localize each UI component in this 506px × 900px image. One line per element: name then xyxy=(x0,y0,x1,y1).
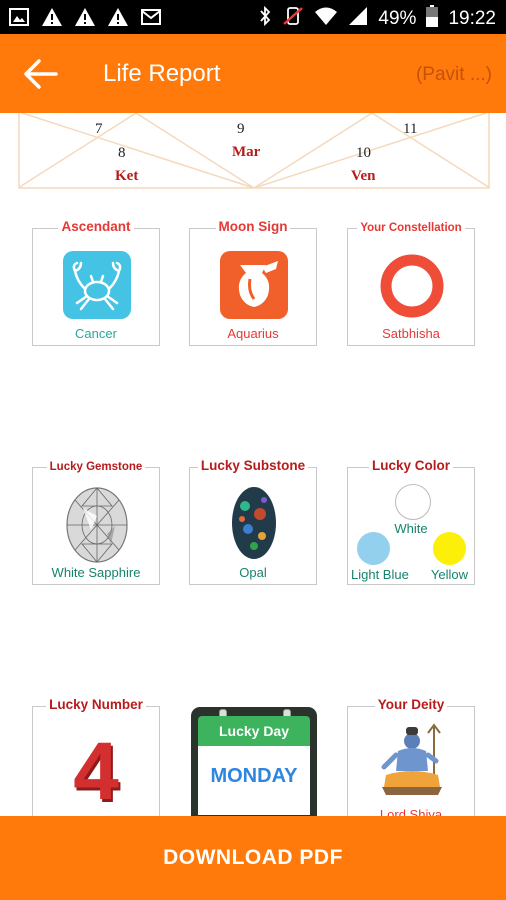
lucky-gemstone-card[interactable]: Lucky Gemstone White Sapphire xyxy=(32,461,160,585)
substone-value: Opal xyxy=(239,565,267,580)
gemstone-value: White Sapphire xyxy=(51,565,141,580)
moon-sign-value: Aquarius xyxy=(227,326,279,341)
lucky-number-value: 4 xyxy=(73,726,119,817)
birth-chart: 7 9 11 8 10 Mar Ket Ven xyxy=(18,113,490,189)
aquarius-pitcher-icon xyxy=(220,251,288,319)
card-title: Your Deity xyxy=(374,697,448,712)
house-number: 9 xyxy=(237,121,245,137)
color-label: Yellow xyxy=(430,567,468,582)
card-title: Lucky Color xyxy=(368,458,453,473)
cancer-crab-icon xyxy=(63,251,131,319)
house-number: 7 xyxy=(95,121,103,137)
battery-percent: 49% xyxy=(378,8,417,29)
wifi-icon xyxy=(314,6,338,32)
ascendant-value: Cancer xyxy=(75,326,117,341)
opal-stone-image xyxy=(230,484,278,562)
lucky-day-calendar[interactable]: Lucky Day MONDAY xyxy=(191,707,317,825)
moon-sign-card[interactable]: Moon Sign Aquarius xyxy=(189,219,317,346)
planet-label: Ven xyxy=(351,168,376,184)
warning-icon xyxy=(41,6,63,28)
house-number: 8 xyxy=(118,145,126,161)
ring-icon xyxy=(379,253,445,319)
download-pdf-button[interactable]: DOWNLOAD PDF xyxy=(0,816,506,900)
lucky-day-title: Lucky Day xyxy=(198,716,310,746)
house-number: 10 xyxy=(356,145,371,161)
planet-label: Mar xyxy=(232,144,261,160)
light-blue-color-swatch xyxy=(357,532,390,565)
card-title: Lucky Substone xyxy=(197,458,309,473)
app-bar: Life Report (Pavit ...) xyxy=(0,34,506,113)
warning-icon xyxy=(107,6,129,28)
lucky-color-card[interactable]: Lucky Color White Light Blue Yellow xyxy=(347,458,475,585)
ascendant-card[interactable]: Ascendant Cancer xyxy=(32,219,160,346)
constellation-value: Satbhisha xyxy=(382,326,440,341)
constellation-card[interactable]: Your Constellation Satbhisha xyxy=(347,222,475,346)
planet-label: Ket xyxy=(115,168,139,184)
warning-icon xyxy=(74,6,96,28)
yellow-color-swatch xyxy=(433,532,466,565)
white-sapphire-gem-image xyxy=(63,486,131,564)
lucky-day-value: MONDAY xyxy=(210,765,298,787)
house-number: 11 xyxy=(403,121,418,137)
white-color-swatch xyxy=(395,484,431,520)
status-bar: 49% 19:22 xyxy=(0,0,506,34)
lord-shiva-image xyxy=(372,723,452,803)
battery-icon xyxy=(426,5,439,33)
mail-icon xyxy=(140,6,162,28)
card-title: Ascendant xyxy=(58,219,134,234)
user-name[interactable]: (Pavit ...) xyxy=(416,64,492,86)
card-title: Lucky Number xyxy=(46,697,146,712)
back-arrow-icon[interactable] xyxy=(22,55,60,93)
mute-icon xyxy=(282,6,304,32)
clock-time: 19:22 xyxy=(448,8,496,29)
card-title: Moon Sign xyxy=(215,219,291,234)
card-title: Lucky Gemstone xyxy=(46,461,146,473)
lucky-substone-card[interactable]: Lucky Substone Opal xyxy=(189,458,317,585)
color-label: Light Blue xyxy=(351,567,409,582)
page-title: Life Report xyxy=(103,60,221,87)
card-title: Your Constellation xyxy=(357,222,465,234)
deity-card[interactable]: Your Deity Lord Shiva xyxy=(347,697,475,831)
bluetooth-icon xyxy=(258,5,272,32)
gallery-notification-icon xyxy=(8,6,30,28)
signal-icon xyxy=(348,6,368,32)
lucky-number-card[interactable]: Lucky Number 4 xyxy=(32,697,160,831)
